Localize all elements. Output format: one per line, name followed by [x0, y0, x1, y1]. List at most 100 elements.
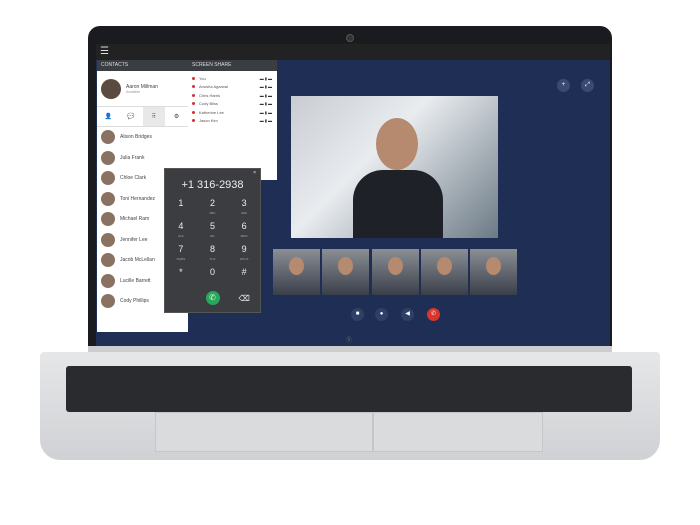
- hang-up-button[interactable]: ✆: [427, 308, 440, 321]
- participant-row[interactable]: You ▬▮▬: [188, 74, 277, 83]
- dial-key[interactable]: 7 PQRS: [165, 244, 197, 265]
- key-letters: GHI: [178, 234, 184, 238]
- avatar: [101, 171, 115, 186]
- tab-dialpad-icon[interactable]: ⠿: [142, 107, 166, 126]
- user-status: Available: [126, 89, 141, 94]
- participant-row[interactable]: Katherine Lee ▬▮▬: [188, 108, 277, 117]
- speaker-face: [376, 118, 418, 170]
- key-digit: 1: [178, 198, 184, 208]
- main-video: [291, 96, 498, 238]
- contact-name: Alison Bridges: [120, 134, 152, 141]
- dial-key[interactable]: *: [165, 267, 197, 288]
- avatar: [101, 150, 115, 165]
- participant-name: Jason Kim: [199, 118, 218, 124]
- dial-key[interactable]: 9 WXYZ: [228, 244, 260, 265]
- dialed-number[interactable]: +1 316-2938: [165, 179, 260, 191]
- avatar: [101, 130, 115, 145]
- key-digit: #: [241, 267, 247, 277]
- current-user: Aaron Millman Available: [97, 71, 188, 107]
- participant-name: Chris Harris: [199, 92, 221, 98]
- screen-share-header: SCREEN SHARE: [188, 60, 277, 71]
- webcam: [346, 34, 354, 42]
- call-button[interactable]: ✆: [205, 291, 220, 305]
- key-digit: 0: [209, 267, 215, 277]
- contact-name: Jacob McLellan: [120, 257, 155, 264]
- contact-name: Toni Hernandez: [120, 195, 156, 202]
- backspace-icon[interactable]: ⌫: [228, 294, 260, 303]
- fullscreen-button[interactable]: ⤢: [581, 79, 594, 92]
- contact-item[interactable]: Julia Frank: [97, 148, 188, 169]
- speaker-button[interactable]: ◀: [401, 308, 414, 321]
- dial-key[interactable]: 5 JKL: [197, 221, 229, 242]
- key-letters: JKL: [209, 234, 216, 238]
- key-digit: 9: [241, 244, 247, 254]
- tab-chat-icon[interactable]: 💬: [120, 107, 143, 126]
- tab-settings-icon[interactable]: ⚙: [165, 107, 188, 126]
- contact-name: Julia Frank: [120, 154, 145, 161]
- participant-controls-icon[interactable]: ▬▮▬: [260, 76, 273, 81]
- mic-button[interactable]: ●: [375, 308, 388, 321]
- participant-thumbnail[interactable]: [372, 249, 419, 295]
- key-digit: 6: [241, 221, 247, 231]
- contact-item[interactable]: Alison Bridges: [97, 127, 188, 148]
- participant-controls-icon[interactable]: ▬▮▬: [260, 118, 273, 123]
- participant-row[interactable]: Chris Harris ▬▮▬: [188, 91, 277, 100]
- dial-key[interactable]: #: [228, 267, 260, 288]
- status-dot: [192, 102, 195, 106]
- dial-key[interactable]: 2 ABC: [197, 198, 229, 219]
- contacts-header: CONTACTS: [97, 60, 188, 71]
- status-dot: [192, 76, 195, 80]
- participant-thumbnail[interactable]: [273, 249, 320, 295]
- participant-name: You: [199, 75, 206, 81]
- key-digit: 3: [241, 198, 247, 208]
- key-letters: PQRS: [176, 257, 186, 261]
- video-toggle-button[interactable]: ■: [351, 308, 364, 321]
- key-letters: TUV: [209, 257, 216, 261]
- dial-key[interactable]: 0: [197, 267, 229, 288]
- participant-row[interactable]: Jason Kim ▬▮▬: [188, 117, 277, 126]
- screen: ☰ CONTACTS Aaron Millman Available 👤 💬 ⠿…: [96, 44, 610, 346]
- key-digit: 8: [209, 244, 215, 254]
- avatar: [101, 232, 115, 247]
- key-digit: 5: [209, 221, 215, 231]
- close-icon[interactable]: ×: [253, 170, 256, 176]
- key-letters: ABC: [209, 211, 216, 215]
- participant-controls-icon[interactable]: ▬▮▬: [260, 84, 273, 89]
- hp-logo: ⓗ: [346, 338, 353, 344]
- key-digit: 2: [209, 198, 215, 208]
- participant-thumbnail[interactable]: [322, 249, 369, 295]
- key-digit: 4: [178, 221, 184, 231]
- key-digit: *: [179, 267, 183, 277]
- avatar: [101, 294, 115, 309]
- contact-name: Lucille Barrett: [120, 277, 151, 284]
- tab-contacts-person-icon[interactable]: 👤: [97, 107, 120, 126]
- participant-row[interactable]: Anusha Agarwal ▬▮▬: [188, 83, 277, 92]
- participant-controls-icon[interactable]: ▬▮▬: [260, 93, 273, 98]
- status-dot: [192, 110, 195, 114]
- avatar: [101, 273, 115, 288]
- key-letters: MNO: [240, 234, 248, 238]
- menu-icon[interactable]: ☰: [100, 46, 109, 57]
- participant-row[interactable]: Cody Bliss ▬▮▬: [188, 100, 277, 109]
- dialpad: × +1 316-2938 1 2 ABC 3 DEF 4 GHI 5 JKL 6 MNO 7 PQRS…: [164, 168, 261, 313]
- contact-name: Michael Ram: [120, 216, 150, 223]
- participant-thumbnail[interactable]: [470, 249, 517, 295]
- key-letters: WXYZ: [239, 257, 249, 261]
- contact-name: Jennifer Lee: [120, 236, 148, 243]
- touchpad-right: [373, 412, 543, 452]
- key-letters: DEF: [241, 211, 248, 215]
- participant-controls-icon[interactable]: ▬▮▬: [260, 110, 273, 115]
- screen-share-panel: SCREEN SHARE You ▬▮▬ Anusha Agarwal ▬▮▬ Chri…: [188, 60, 277, 180]
- dial-key[interactable]: 6 MNO: [228, 221, 260, 242]
- avatar: [101, 78, 121, 99]
- participant-name: Anusha Agarwal: [199, 84, 228, 90]
- add-participant-button[interactable]: +: [557, 79, 570, 92]
- user-name: Aaron Millman: [126, 83, 158, 90]
- dial-key[interactable]: 4 GHI: [165, 221, 197, 242]
- dial-key[interactable]: 3 DEF: [228, 198, 260, 219]
- participant-controls-icon[interactable]: ▬▮▬: [260, 101, 273, 106]
- participant-thumbnail[interactable]: [421, 249, 468, 295]
- touchpad-left: [155, 412, 373, 452]
- dial-key[interactable]: 8 TUV: [197, 244, 229, 265]
- dial-key[interactable]: 1: [165, 198, 197, 219]
